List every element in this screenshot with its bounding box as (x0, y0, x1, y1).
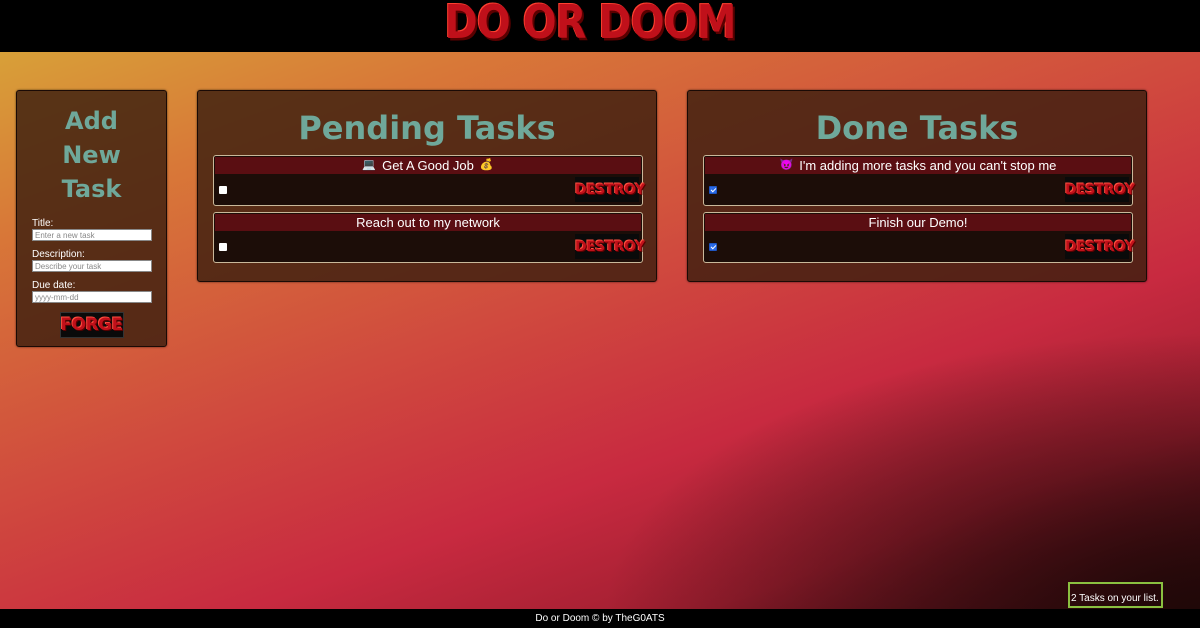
done-tasks-panel: Done Tasks 😈 I'm adding more tasks and y… (687, 90, 1147, 282)
task-checkbox-checked[interactable] (709, 243, 717, 251)
task-checkbox[interactable] (219, 243, 227, 251)
destroy-button[interactable]: DESTROY (1065, 177, 1135, 202)
money-bag-icon: 💰 (479, 159, 494, 171)
footer: Do or Doom © by TheG0ATS (0, 609, 1200, 628)
main-area: Add New Task Title: Description: Due dat… (0, 52, 1200, 609)
task-checkbox-checked[interactable] (709, 186, 717, 194)
task-title: Reach out to my network (356, 215, 500, 230)
task-checkbox[interactable] (219, 186, 227, 194)
app-header: DO OR DOOM (0, 0, 1200, 52)
destroy-button[interactable]: DESTROY (575, 177, 645, 202)
due-date-input[interactable] (32, 291, 152, 303)
task-card: Finish our Demo! DESTROY (703, 212, 1135, 263)
task-title-bar: 💻 Get A Good Job 💰 (215, 157, 641, 174)
task-card: 💻 Get A Good Job 💰 DESTROY (213, 155, 645, 206)
done-tasks-heading: Done Tasks (815, 109, 1019, 147)
destroy-button[interactable]: DESTROY (1065, 234, 1135, 259)
task-title: I'm adding more tasks and you can't stop… (799, 158, 1057, 173)
task-title: Finish our Demo! (868, 215, 968, 230)
task-card: Reach out to my network DESTROY (213, 212, 645, 263)
task-title: Get A Good Job (382, 158, 474, 173)
title-input[interactable] (32, 229, 152, 241)
add-task-panel: Add New Task Title: Description: Due dat… (16, 90, 167, 347)
laptop-icon: 💻 (362, 159, 377, 171)
app-logo: DO OR DOOM (444, 0, 737, 50)
devil-face-icon: 😈 (779, 159, 794, 171)
add-task-heading: Add New Task (61, 107, 122, 203)
task-title-bar: Reach out to my network (215, 214, 641, 231)
pending-tasks-heading: Pending Tasks (298, 109, 556, 147)
task-title-bar: 😈 I'm adding more tasks and you can't st… (705, 157, 1131, 174)
task-title-bar: Finish our Demo! (705, 214, 1131, 231)
destroy-button[interactable]: DESTROY (575, 234, 645, 259)
description-input[interactable] (32, 260, 152, 272)
task-card: 😈 I'm adding more tasks and you can't st… (703, 155, 1135, 206)
forge-button[interactable]: FORGE (59, 312, 124, 338)
title-label: Title: (32, 218, 54, 229)
description-label: Description: (32, 249, 85, 260)
pending-tasks-panel: Pending Tasks 💻 Get A Good Job 💰 DESTROY… (197, 90, 657, 282)
task-counter: 2 Tasks on your list. (1068, 582, 1163, 608)
due-date-label: Due date: (32, 280, 76, 291)
